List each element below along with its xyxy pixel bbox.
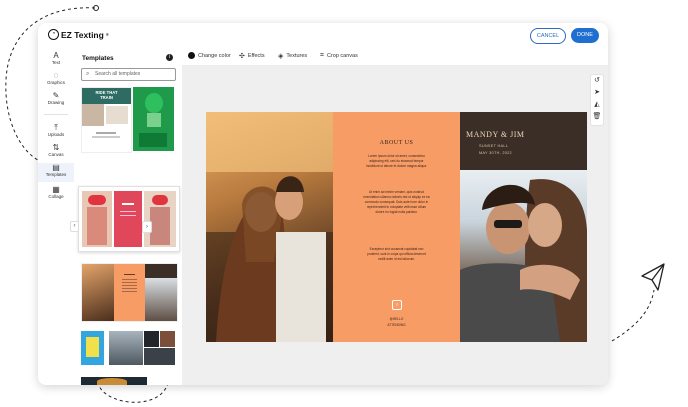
tool-rail: A Text ◌ Graphics ✎ Drawing ⤒ Uploads ⇅ … [38,47,75,385]
rail-item-label: Text [51,60,61,65]
template-thumbnail[interactable] [81,377,147,385]
brand-logo: ◔ EZ Texting ® [48,29,109,40]
template-thumbnail[interactable]: RIDE THAT TRAIN [81,87,132,153]
graphics-icon: ◌ [53,71,59,80]
rail-item-label: Templates [45,172,67,177]
tool-label: Textures [286,53,308,59]
thumb-title-line: TRAIN [100,95,113,100]
textures-icon: ◈ [278,53,284,60]
rail-item-canvas[interactable]: ⇅ Canvas [38,143,74,157]
undo-icon[interactable]: ↺ [591,75,603,87]
textures-button[interactable]: ◈ Textures [278,52,307,60]
date-text: MAY 30TH, 2022 [479,151,512,155]
collage-icon: ▦ [52,185,60,194]
send-icon[interactable]: ➤ [591,87,603,99]
template-thumbnail[interactable] [81,331,104,365]
panel-title: Templates [82,55,114,62]
color-swatch-icon [188,52,195,59]
effects-button[interactable]: ✣ Effects [239,52,265,60]
template-thumbnail[interactable] [109,331,175,365]
registered-mark: ® [105,32,109,37]
collapse-panel-chevron-icon[interactable]: › [142,221,152,233]
rail-item-label: Graphics [46,80,65,85]
canvas-toolbar: Change color ✣ Effects ◈ Textures ⌗ Crop… [182,47,608,66]
venue-text: SUNSET HALL [479,144,509,148]
brand-name: EZ Texting [61,29,104,40]
couple-photo-kiss[interactable] [460,170,587,342]
about-paragraph: Excepteur sint occaecat cupidatat non pr… [367,247,426,261]
about-us-panel: ABOUT US Lorem ipsum dolor sit amet, con… [333,112,460,342]
flip-icon[interactable]: ◭ [591,99,603,111]
effects-icon: ✣ [239,53,245,60]
rail-item-collage[interactable]: ▦ Collage [38,185,74,199]
side-tools: ↺ ➤ ◭ 🗑 [590,74,604,126]
expand-rail-chevron-icon[interactable]: ‹ [70,221,79,232]
rail-divider [44,114,68,115]
instagram-icon: ○ [392,300,402,310]
trash-icon[interactable]: 🗑 [591,111,603,123]
about-paragraph: Lorem ipsum dolor sit amet, consectetur … [366,154,427,168]
about-paragraph: Ut enim ad minim veniam, quis nostrud ex… [363,190,430,214]
logo-icon: ◔ [48,29,59,40]
about-us-title: ABOUT US [379,140,414,146]
drawing-icon: ✎ [52,91,60,100]
canvas-icon: ⇅ [52,143,60,152]
info-icon[interactable]: i [166,54,173,61]
text-icon: A [53,51,59,60]
tool-label: Change color [198,52,231,59]
couple-names: MANDY & JIM [466,130,525,139]
tool-label: Crop canvas [326,53,358,59]
editor-window: ◔ EZ Texting ® CANCEL DONE A Text ◌ Grap… [38,23,608,385]
rail-item-label: Uploads [47,132,65,137]
crop-icon: ⌗ [320,52,324,59]
tool-label: Effects [247,53,265,59]
templates-icon: ▤ [52,163,60,172]
done-button[interactable]: DONE [571,28,599,43]
social-handle: @HELLO [389,317,404,321]
rail-item-drawing[interactable]: ✎ Drawing [38,91,74,105]
names-banner: MANDY & JIM SUNSET HALL MAY 30TH, 2022 [460,112,587,170]
templates-panel: Templates i ⌕ Search all templates RIDE … [74,47,217,385]
crop-canvas-button[interactable]: ⌗ Crop canvas [320,52,358,60]
paper-plane-icon [641,263,665,291]
rail-item-label: Canvas [48,152,64,157]
upload-icon: ⤒ [54,123,58,132]
design-page[interactable]: ABOUT US Lorem ipsum dolor sit amet, con… [206,112,587,342]
top-bar: ◔ EZ Texting ® CANCEL DONE [38,23,608,47]
couple-kiss-illustration [460,179,587,342]
rail-item-label: Collage [48,194,64,199]
couple-car-illustration [206,112,333,342]
cancel-button[interactable]: CANCEL [530,28,566,44]
rail-item-templates[interactable]: ▤ Templates [38,163,74,182]
template-thumbnail[interactable] [133,87,174,151]
search-input[interactable]: ⌕ Search all templates [81,68,176,81]
template-thumbnail-selected[interactable] [78,186,180,252]
rail-item-graphics[interactable]: ◌ Graphics [38,71,74,85]
search-icon: ⌕ [86,71,90,77]
change-color-button[interactable]: Change color [188,52,231,59]
social-subtitle: ATTENDING [387,323,406,327]
rail-item-text[interactable]: A Text [38,51,74,65]
rail-item-uploads[interactable]: ⤒ Uploads [38,123,74,137]
rail-item-label: Drawing [47,100,65,105]
couple-photo-car[interactable] [206,112,333,342]
template-thumbnail[interactable] [81,263,178,322]
search-placeholder: Search all templates [95,71,141,77]
